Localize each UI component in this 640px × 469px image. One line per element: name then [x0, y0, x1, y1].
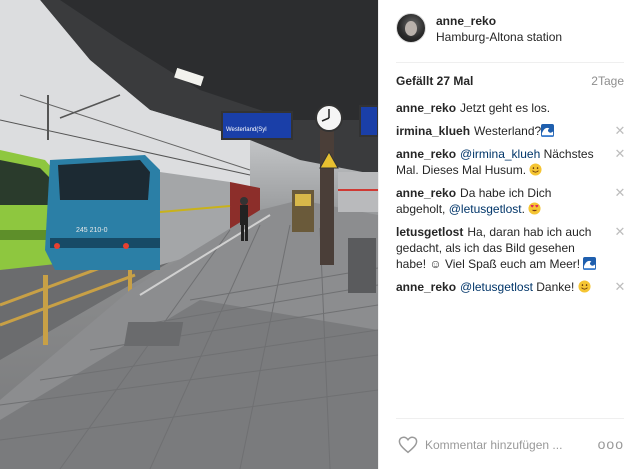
departure-display	[221, 111, 293, 140]
more-options-icon[interactable]: ooo	[598, 436, 624, 452]
heart-icon[interactable]	[398, 436, 418, 454]
comment-item: irmina_klueh Westerland? ✕	[396, 123, 626, 139]
comment-username[interactable]: irmina_klueh	[396, 124, 470, 138]
smile-emoji	[529, 163, 542, 176]
likes-row: Gefällt 27 Mal 2Tage	[396, 74, 624, 92]
post-photo[interactable]: 245 210-0 Westerland(Syl	[0, 0, 378, 469]
delete-comment-icon[interactable]: ✕	[614, 147, 626, 160]
comments-list: anne_reko Jetzt geht es los. irmina_klueh W…	[396, 100, 626, 302]
post-header: anne_reko Hamburg-Altona station	[379, 0, 640, 62]
wave-emoji	[541, 124, 555, 137]
delete-comment-icon[interactable]: ✕	[614, 124, 626, 137]
comment-mention[interactable]: @irmina_klueh	[460, 147, 540, 161]
comment-item: letusgetlost Ha, daran hab ich auch gedac…	[396, 224, 626, 272]
post-location[interactable]: Hamburg-Altona station	[436, 30, 562, 44]
footer-divider	[396, 418, 624, 419]
comment-username[interactable]: letusgetlost	[396, 225, 463, 239]
post-time[interactable]: 2Tage	[591, 74, 624, 88]
comment-text: Westerland?	[474, 124, 542, 138]
smile-emoji	[578, 280, 591, 293]
post-footer: ooo	[379, 424, 640, 469]
comment-text: Jetzt geht es los.	[460, 101, 551, 115]
comment-input[interactable]	[425, 436, 575, 454]
likes-count[interactable]: Gefällt 27 Mal	[396, 74, 473, 88]
delete-comment-icon[interactable]: ✕	[614, 186, 626, 199]
comment-text: .	[521, 202, 529, 216]
comment-item: anne_reko Jetzt geht es los.	[396, 100, 626, 116]
comment-item: anne_reko Da habe ich Dich abgeholt, @let…	[396, 185, 626, 217]
station-photo-illustration: 245 210-0 Westerland(Syl	[0, 0, 378, 469]
comment-item: anne_reko @irmina_klueh Nächstes Mal. Die…	[396, 146, 626, 178]
comment-text: Danke!	[532, 280, 578, 294]
comment-username[interactable]: anne_reko	[396, 186, 456, 200]
comment-username[interactable]: anne_reko	[396, 280, 456, 294]
heart-eyes-emoji	[528, 202, 541, 215]
post-username[interactable]: anne_reko	[436, 14, 496, 28]
header-divider	[396, 62, 624, 63]
comment-mention[interactable]: @letusgetlost	[449, 202, 522, 216]
comment-item: anne_reko @letusgetlost Danke! ✕	[396, 279, 626, 295]
comment-username[interactable]: anne_reko	[396, 147, 456, 161]
post-details-panel: anne_reko Hamburg-Altona station Gefällt…	[378, 0, 640, 469]
locomotive-number: 245 210-0	[76, 227, 108, 234]
comment-username[interactable]: anne_reko	[396, 101, 456, 115]
wave-emoji	[583, 257, 597, 270]
delete-comment-icon[interactable]: ✕	[614, 280, 626, 293]
comment-mention[interactable]: @letusgetlost	[460, 280, 533, 294]
departure-display-text: Westerland(Syl	[226, 127, 267, 133]
avatar[interactable]	[396, 13, 426, 43]
pillar	[320, 125, 334, 265]
delete-comment-icon[interactable]: ✕	[614, 225, 626, 238]
